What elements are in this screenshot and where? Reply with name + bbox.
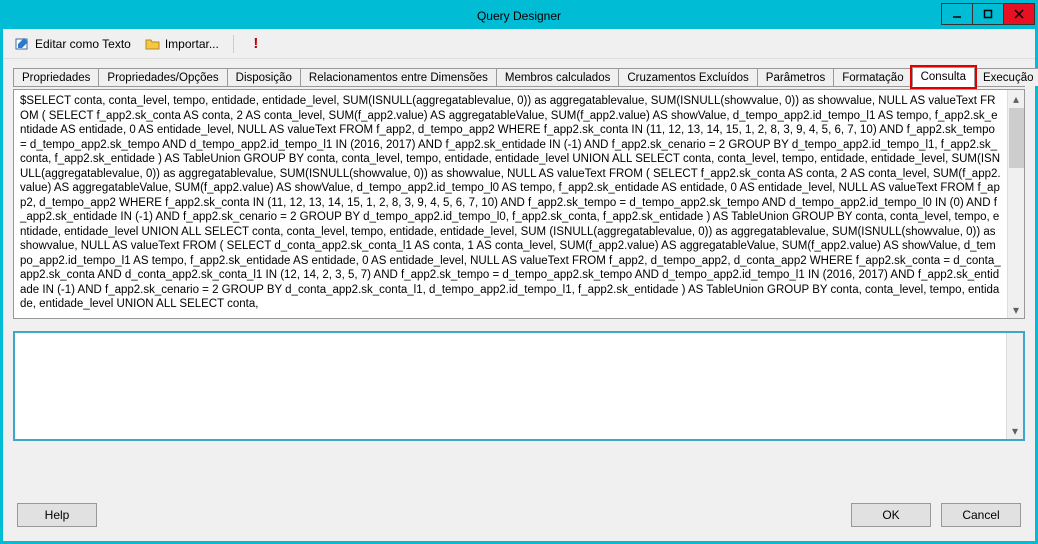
exclamation-icon: !: [248, 36, 264, 52]
tab-strip: PropriedadesPropriedades/OpçõesDisposiçã…: [13, 65, 1025, 87]
results-area[interactable]: [15, 333, 1006, 439]
query-designer-window: Query Designer Editar como Texto Importa…: [0, 0, 1038, 544]
close-button[interactable]: [1003, 3, 1035, 25]
warning-button[interactable]: !: [244, 34, 268, 54]
sql-text-pane: $SELECT conta, conta_level, tempo, entid…: [13, 89, 1025, 319]
tab-propriedades[interactable]: Propriedades: [13, 68, 99, 86]
toolbar-separator: [233, 35, 234, 53]
minimize-button[interactable]: [941, 3, 973, 25]
scroll-thumb[interactable]: [1009, 108, 1024, 168]
ok-button[interactable]: OK: [851, 503, 931, 527]
tab-execu-o[interactable]: Execução: [974, 68, 1038, 86]
scroll-up-icon[interactable]: ▴: [1008, 90, 1024, 107]
import-label: Importar...: [165, 37, 219, 51]
tab-relacionamentos-entre-dimens-es[interactable]: Relacionamentos entre Dimensões: [300, 68, 497, 86]
tab-membros-calculados[interactable]: Membros calculados: [496, 68, 619, 86]
tab-disposi-o[interactable]: Disposição: [227, 68, 301, 86]
scroll-down-icon[interactable]: ▾: [1007, 422, 1023, 439]
toolbar: Editar como Texto Importar... !: [3, 29, 1035, 59]
folder-open-icon: [145, 36, 161, 52]
results-pane: ▾: [13, 331, 1025, 441]
window-title: Query Designer: [477, 9, 561, 23]
scroll-down-icon[interactable]: ▾: [1008, 301, 1024, 318]
content-area: PropriedadesPropriedades/OpçõesDisposiçã…: [3, 59, 1035, 493]
edit-text-icon: [15, 36, 31, 52]
tab-consulta[interactable]: Consulta: [912, 67, 975, 87]
cancel-button[interactable]: Cancel: [941, 503, 1021, 527]
footer: Help OK Cancel: [3, 493, 1035, 541]
edit-as-text-label: Editar como Texto: [35, 37, 131, 51]
help-button[interactable]: Help: [17, 503, 97, 527]
import-button[interactable]: Importar...: [141, 34, 223, 54]
titlebar: Query Designer: [3, 3, 1035, 29]
tab-formata-o[interactable]: Formatação: [833, 68, 912, 86]
maximize-button[interactable]: [972, 3, 1004, 25]
sql-text[interactable]: $SELECT conta, conta_level, tempo, entid…: [14, 90, 1007, 318]
results-vertical-scrollbar[interactable]: ▾: [1006, 333, 1023, 439]
edit-as-text-button[interactable]: Editar como Texto: [11, 34, 135, 54]
tab-par-metros[interactable]: Parâmetros: [757, 68, 834, 86]
tab-cruzamentos-exclu-dos[interactable]: Cruzamentos Excluídos: [618, 68, 757, 86]
window-controls: [942, 3, 1035, 25]
tab-propriedades-op-es[interactable]: Propriedades/Opções: [98, 68, 227, 86]
sql-vertical-scrollbar[interactable]: ▴ ▾: [1007, 90, 1024, 318]
